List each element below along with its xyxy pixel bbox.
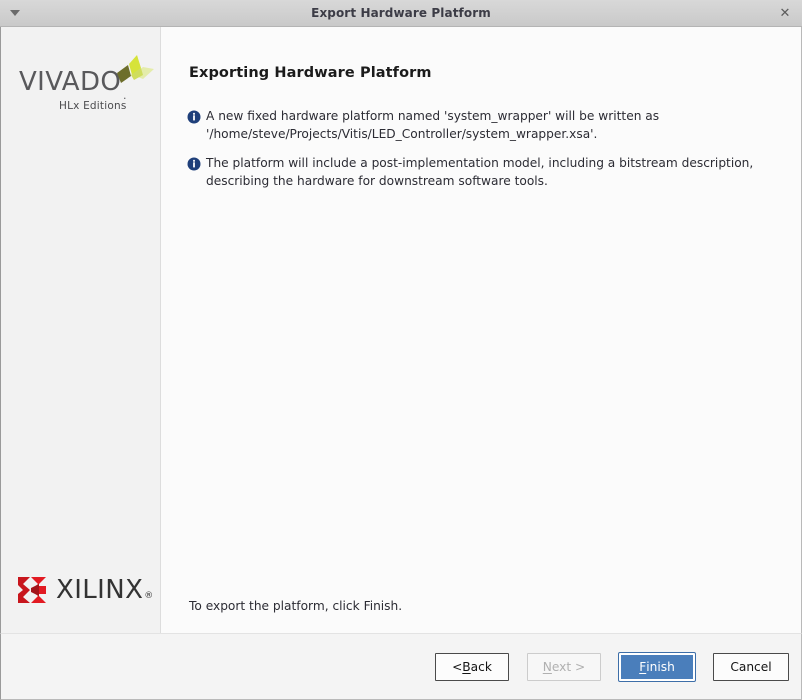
dialog-body: VIVADO . HLx Editions XILINX ® Exporting…: [0, 27, 802, 633]
finish-button-suffix: inish: [646, 659, 675, 674]
xilinx-logo: XILINX ®: [17, 575, 153, 605]
branding-sidebar: VIVADO . HLx Editions XILINX ®: [1, 27, 161, 633]
vivado-logo: VIVADO . HLx Editions: [19, 53, 154, 115]
info-message-text: The platform will include a post-impleme…: [206, 156, 754, 188]
content-pane: Exporting Hardware Platform A new fixed …: [161, 27, 801, 633]
xilinx-wordmark: XILINX: [56, 575, 144, 605]
finish-button-mnemonic: F: [639, 659, 647, 674]
cancel-button[interactable]: Cancel: [713, 652, 789, 681]
vivado-wordmark: VIVADO: [19, 67, 122, 97]
close-button[interactable]: ✕: [772, 0, 798, 26]
close-icon: ✕: [779, 5, 791, 21]
xilinx-x-mark-icon: [18, 577, 46, 603]
export-hardware-platform-dialog: Export Hardware Platform ✕ VIVADO . HLx …: [0, 0, 802, 700]
info-icon: [187, 110, 201, 124]
vivado-subtitle: HLx Editions: [59, 100, 127, 112]
back-button-prefix: <: [452, 659, 463, 674]
window-title: Export Hardware Platform: [311, 5, 491, 20]
page-title: Exporting Hardware Platform: [189, 65, 432, 81]
info-message: The platform will include a post-impleme…: [187, 155, 785, 190]
info-message: A new fixed hardware platform named 'sys…: [187, 108, 785, 143]
next-button: Next >: [527, 652, 601, 681]
finish-button[interactable]: Finish: [618, 651, 696, 682]
window-menu-triangle-icon: [10, 10, 20, 16]
back-button-mnemonic: B: [462, 659, 471, 674]
cancel-button-label: Cancel: [730, 659, 772, 674]
titlebar: Export Hardware Platform ✕: [0, 0, 802, 27]
info-message-list: A new fixed hardware platform named 'sys…: [187, 108, 785, 202]
info-message-text: A new fixed hardware platform named 'sys…: [206, 109, 660, 141]
next-button-mnemonic: N: [542, 659, 552, 674]
info-icon: [187, 157, 201, 171]
xilinx-registered-mark: ®: [144, 591, 154, 601]
next-button-suffix: ext >: [551, 659, 586, 674]
back-button-suffix: ack: [470, 659, 492, 674]
window-menu-button[interactable]: [2, 0, 28, 26]
back-button[interactable]: < Back: [435, 652, 509, 681]
finish-hint-text: To export the platform, click Finish.: [189, 599, 403, 613]
dialog-button-bar: < Back Next > Finish Cancel: [0, 633, 802, 700]
vivado-butterfly-mark-icon: [117, 55, 154, 83]
